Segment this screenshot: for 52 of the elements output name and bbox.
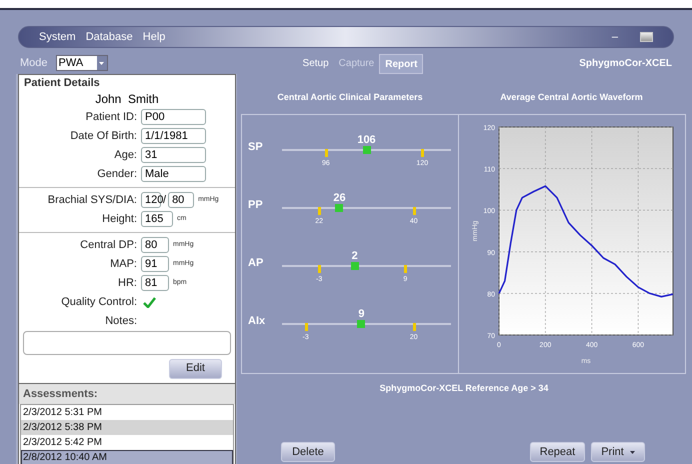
caret-icon [630,450,635,454]
assessment-item[interactable]: 2/3/2012 5:38 PM [21,420,233,435]
section-title: Assessments: [19,384,235,404]
print-button[interactable]: Print [591,442,645,462]
parameter-name: SP [247,140,264,154]
close-button[interactable] [640,32,653,42]
edit-button[interactable]: Edit [169,358,222,378]
minimize-button[interactable]: – [612,28,618,46]
section-title: Patient Details [23,76,101,91]
value-label: 9 [358,306,364,322]
menu-item[interactable]: Database [86,28,133,46]
parameter-name: AIx [247,314,266,328]
notes-field[interactable] [23,330,231,354]
panel-title: Average Central Aortic Waveform [499,91,644,104]
reference-text: SphygmoCor-XCEL Reference Age > 34 [378,382,550,395]
field-label: Notes: [104,314,138,329]
field-label: Quality Control: [60,294,138,310]
input-field[interactable]: 80 [141,237,169,253]
field-label: Date Of Birth: [69,128,138,144]
value-label: 26 [333,190,346,206]
panel-title: Central Aortic Clinical Parameters [276,91,424,104]
input-field[interactable]: 91 [141,256,169,272]
repeat-button[interactable]: Repeat [530,442,585,462]
field-label: Gender: [96,166,138,182]
input-field[interactable]: Male [141,166,206,182]
input-field[interactable]: P00 [141,109,206,125]
app-name: SphygmoCor-XCEL [579,56,672,70]
assessment-item[interactable]: 2/8/2012 10:40 AM [21,450,233,464]
mode-dropdown[interactable]: PWA [56,55,108,71]
value-label: 2 [352,248,358,264]
field-label: HR: [117,276,138,291]
caret-icon [96,56,107,70]
field-label: Central DP: [79,238,138,253]
input-field[interactable]: 165 [141,211,173,227]
input-field[interactable]: 80 [168,192,194,208]
parameter-name: PP [247,198,264,212]
delete-button[interactable]: Delete [281,442,335,462]
field-label: MAP: [109,256,138,272]
field-label: Age: [113,148,138,163]
input-field[interactable]: 120 [141,192,161,208]
parameter-name: AP [247,256,264,270]
field-label: Brachial SYS/DIA: [46,192,138,208]
input-field[interactable]: 81 [141,275,169,291]
separator: / [163,192,166,208]
value-label: 106 [357,132,376,148]
menu-item[interactable]: System [39,28,76,46]
input-field[interactable]: 31 [141,147,206,163]
input-field[interactable]: 1/1/1981 [141,128,206,144]
field-label: Height: [101,212,138,227]
patient-name: John Smith [94,90,160,108]
field-label: Patient ID: [84,110,138,125]
mode-label: Mode [20,56,48,71]
